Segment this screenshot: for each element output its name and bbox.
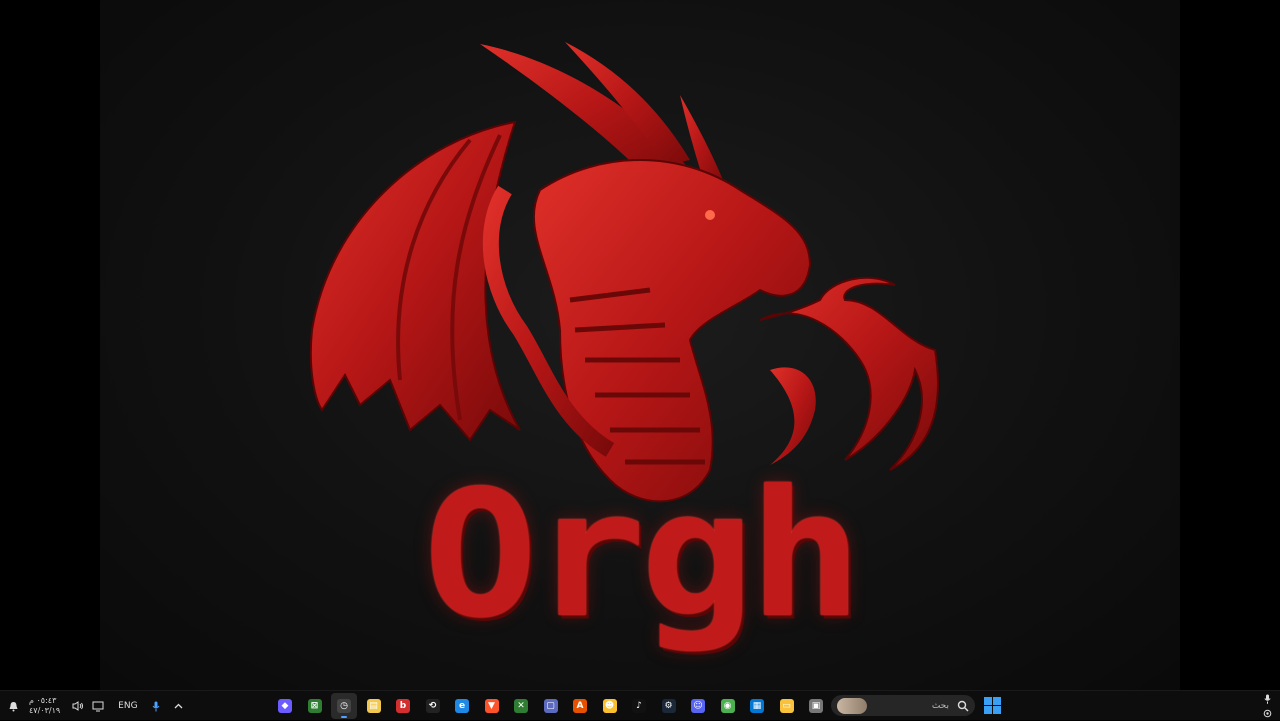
network-icon[interactable]: [92, 701, 104, 712]
taskbar-app-xbox[interactable]: ✕: [508, 693, 534, 719]
taskbar-app-store[interactable]: ▦: [744, 693, 770, 719]
taskbar-app-brave[interactable]: ▼: [479, 693, 505, 719]
taskbar-app-phone-link[interactable]: ▢: [538, 693, 564, 719]
volume-icon[interactable]: [72, 701, 84, 711]
terminal-icon: ⊠: [307, 699, 322, 713]
brave-icon: ▼: [484, 699, 499, 713]
steam-icon: ⚙: [661, 699, 676, 713]
chrome-icon: ◉: [720, 699, 735, 713]
taskbar-app-b-app[interactable]: b: [390, 693, 416, 719]
search-icon: [957, 700, 969, 711]
taskbar-app-tiktok[interactable]: ♪: [626, 693, 652, 719]
settings-icon[interactable]: [1263, 709, 1272, 718]
taskbar-app-clock-app[interactable]: ◷: [331, 693, 357, 719]
system-tray: ٠٥:٤٣ م ٤٧/٠٣/١٩ ENG: [8, 691, 191, 721]
taskbar-app-office[interactable]: A: [567, 693, 593, 719]
copilot-icon: ◆: [278, 699, 292, 713]
taskbar-app-capcut[interactable]: ⟲: [420, 693, 446, 719]
notes-icon: ▤: [366, 699, 381, 713]
phone-link-icon: ▢: [543, 699, 558, 713]
clock-time: ٠٥:٤٣ م: [29, 696, 57, 705]
taskbar-app-discord[interactable]: ☺: [685, 693, 711, 719]
taskbar-app-edge[interactable]: e: [449, 693, 475, 719]
store-icon: ▦: [750, 699, 764, 713]
chevron-up-icon[interactable]: [174, 703, 183, 709]
taskbar-app-steam[interactable]: ⚙: [656, 693, 682, 719]
office-icon: A: [573, 699, 587, 713]
edge-icon: e: [455, 699, 469, 713]
capcut-icon: ⟲: [425, 699, 440, 713]
taskbar-app-discord-bot[interactable]: ☻: [597, 693, 623, 719]
logo-word: Orgh: [423, 452, 863, 657]
taskbar-app-explorer[interactable]: ▭: [774, 693, 800, 719]
xbox-icon: ✕: [514, 699, 528, 713]
tiktok-icon: ♪: [632, 699, 646, 713]
discord-icon: ☺: [691, 699, 705, 713]
explorer-icon: ▭: [779, 699, 794, 713]
taskbar-app-notes[interactable]: ▤: [361, 693, 387, 719]
taskbar-app-terminal[interactable]: ⊠: [302, 693, 328, 719]
taskbar-app-chrome[interactable]: ◉: [715, 693, 741, 719]
notifications-icon[interactable]: [8, 701, 19, 712]
clock[interactable]: ٠٥:٤٣ م ٤٧/٠٣/١٩: [29, 696, 60, 716]
search-highlight-image: [837, 697, 867, 714]
pinned-apps: ◆ ⊠ ◷ ▤ b ⟲ e ▼ ✕ ▢ A ☻ ♪ ⚙ ☺ ◉ ▦ ▭ ▣: [272, 692, 833, 720]
clock-app-icon: ◷: [337, 699, 351, 713]
windows-start-icon[interactable]: [984, 697, 1001, 714]
clock-date: ٤٧/٠٣/١٩: [29, 706, 61, 715]
search-box[interactable]: بحث: [831, 695, 975, 716]
taskbar: ٠٥:٤٣ م ٤٧/٠٣/١٩ ENG ◆ ⊠ ◷ ▤ b ⟲ e ▼ ✕ ▢ A ☻ ♪ ⚙ ☺ ◉ ▦ ▭ ▣…: [0, 690, 1280, 720]
window-icon: ▣: [809, 699, 823, 713]
b-app-icon: b: [396, 699, 410, 713]
discord-bot-icon: ☻: [602, 699, 617, 713]
search-placeholder: بحث: [931, 700, 949, 711]
microphone-icon[interactable]: [152, 701, 160, 712]
taskbar-app-copilot[interactable]: ◆: [272, 693, 298, 719]
language-indicator[interactable]: ENG: [118, 701, 137, 711]
taskbar-app-window[interactable]: ▣: [803, 693, 829, 719]
microphone-icon[interactable]: [1263, 694, 1271, 704]
right-tray: [1260, 691, 1274, 721]
